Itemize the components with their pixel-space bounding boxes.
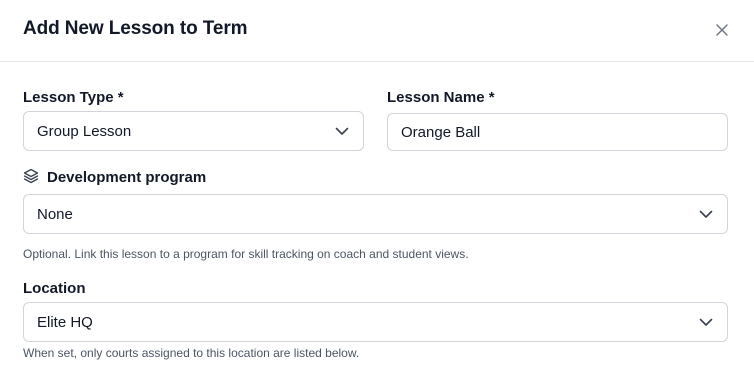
chevron-down-icon	[699, 315, 713, 333]
close-icon[interactable]	[713, 21, 731, 39]
development-program-value: None	[37, 205, 73, 223]
location-hint: When set, only courts assigned to this l…	[23, 346, 360, 360]
location-select[interactable]: Elite HQ	[23, 302, 728, 342]
dialog-title: Add New Lesson to Term	[23, 18, 248, 39]
lesson-type-value: Group Lesson	[37, 122, 132, 140]
lesson-type-select[interactable]: Group Lesson	[23, 111, 364, 151]
development-program-hint: Optional. Link this lesson to a program …	[23, 247, 469, 261]
location-value: Elite HQ	[37, 313, 93, 331]
chevron-down-icon	[699, 207, 713, 225]
add-lesson-dialog: Add New Lesson to Term Lesson Type * Gro…	[0, 0, 754, 381]
lesson-type-label: Lesson Type *	[23, 89, 124, 106]
development-program-label: Development program	[47, 169, 207, 186]
chevron-down-icon	[335, 124, 349, 142]
dialog-header: Add New Lesson to Term	[0, 0, 754, 62]
layers-icon	[23, 168, 39, 189]
lesson-name-input[interactable]: Orange Ball	[387, 113, 728, 151]
location-label: Location	[23, 280, 86, 297]
development-program-select[interactable]: None	[23, 194, 728, 234]
lesson-name-label: Lesson Name *	[387, 89, 495, 106]
lesson-name-value: Orange Ball	[401, 123, 481, 141]
